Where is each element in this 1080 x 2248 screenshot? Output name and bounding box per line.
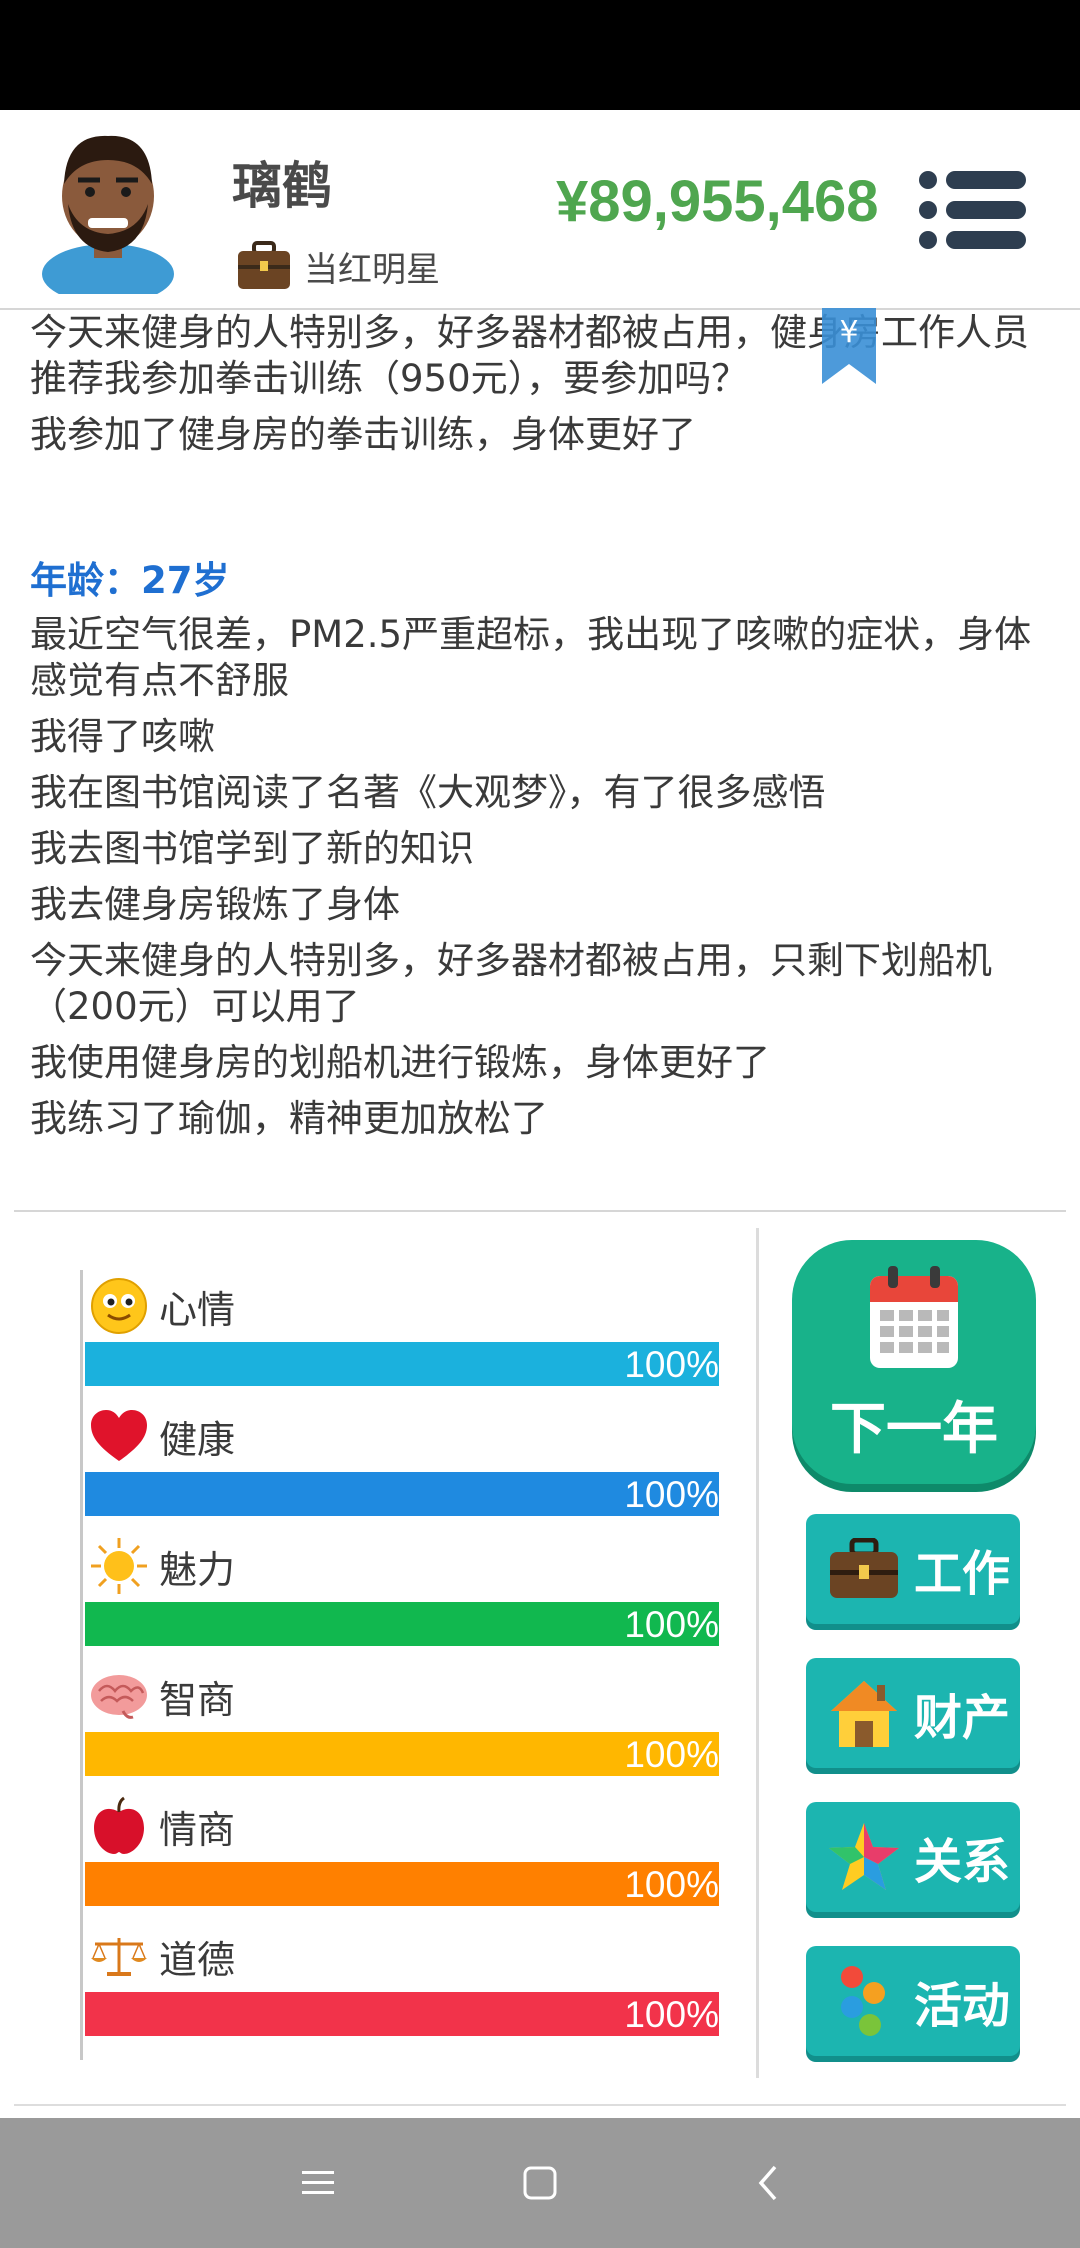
back-nav-button[interactable] — [738, 2153, 798, 2213]
smiley-face-icon — [89, 1276, 149, 1336]
job-title: 当红明星 — [304, 249, 440, 290]
stat-label: 智商 — [159, 1677, 236, 1722]
log-entry: 我在图书馆阅读了名著《大观梦》，有了很多感悟 — [30, 771, 826, 814]
star-icon — [824, 1817, 904, 1897]
log-entry: 我使用健身房的划船机进行锻炼，身体更好了 — [30, 1041, 770, 1084]
sun-icon — [89, 1536, 149, 1596]
system-nav-bar — [0, 2118, 1080, 2248]
divider — [14, 1210, 1066, 1212]
stat-percent: 100% — [624, 1474, 719, 1515]
chevron-left-icon — [758, 2165, 777, 2201]
profile-header: 璃鹤 当红明星 ¥89,955,468 — [0, 110, 1080, 310]
briefcase-icon — [824, 1529, 904, 1609]
square-icon — [523, 2166, 557, 2200]
stat-label: 道德 — [159, 1937, 236, 1982]
avatar[interactable] — [38, 124, 178, 294]
log-entry: 今天来健身的人特别多，好多器材都被占用，只剩下划船机（200元）可以用了 — [30, 939, 992, 1028]
stat-bar: 100% — [85, 1602, 719, 1646]
bookmark-icon[interactable]: ¥ — [822, 308, 876, 384]
stat-bar: 100% — [85, 1342, 719, 1386]
stat-mood: 心情 100% — [83, 1270, 723, 1400]
menu-nav-button[interactable] — [288, 2153, 348, 2213]
log-entry: 我去健身房锻炼了身体 — [30, 883, 400, 926]
stat-bar: 100% — [85, 1862, 719, 1906]
property-label: 财产 — [914, 1690, 1011, 1746]
work-button[interactable]: 工作 — [806, 1514, 1020, 1624]
log-entry: 我练习了瑜伽，精神更加放松了 — [30, 1097, 548, 1140]
age-label: 年龄：27岁 — [30, 559, 230, 602]
menu-icon[interactable] — [918, 168, 1028, 252]
stat-charm: 魅力 100% — [83, 1530, 723, 1660]
log-entry: 我去图书馆学到了新的知识 — [30, 827, 474, 870]
next-year-button[interactable]: 下一年 — [792, 1240, 1036, 1484]
calendar-icon — [870, 1266, 958, 1368]
relations-label: 关系 — [914, 1834, 1011, 1890]
balloons-icon — [824, 1961, 904, 2041]
vertical-divider — [756, 1228, 759, 2078]
next-year-label: 下一年 — [830, 1397, 998, 1462]
home-nav-button[interactable] — [510, 2153, 570, 2213]
activities-label: 活动 — [914, 1978, 1011, 2034]
stat-percent: 100% — [624, 1864, 719, 1905]
stat-bar: 100% — [85, 1472, 719, 1516]
property-button[interactable]: 财产 — [806, 1658, 1020, 1768]
stat-eq: 情商 100% — [83, 1790, 723, 1920]
log-entry: 我得了咳嗽 — [30, 715, 215, 758]
stat-health: 健康 100% — [83, 1400, 723, 1530]
player-name: 璃鹤 — [232, 157, 332, 215]
apple-icon — [89, 1796, 149, 1856]
stat-label: 魅力 — [159, 1547, 236, 1592]
money-balance: ¥89,955,468 — [556, 169, 879, 234]
stat-morality: 道德 100% — [83, 1920, 723, 2050]
stat-bar: 100% — [85, 1732, 719, 1776]
event-log[interactable]: 今天来健身的人特别多，好多器材都被占用，健身房工作人员推荐我参加拳击训练（950… — [30, 310, 1050, 1190]
bookmark-symbol: ¥ — [839, 315, 858, 350]
stat-iq: 智商 100% — [83, 1660, 723, 1790]
stat-percent: 100% — [624, 1994, 719, 2035]
stat-label: 健康 — [159, 1417, 236, 1462]
stat-bar: 100% — [85, 1992, 719, 2036]
stat-label: 心情 — [159, 1287, 236, 1332]
hamburger-icon — [302, 2171, 334, 2194]
stat-percent: 100% — [624, 1604, 719, 1645]
divider — [14, 2104, 1066, 2106]
log-entry: 我参加了健身房的拳击训练，身体更好了 — [30, 413, 696, 456]
relations-button[interactable]: 关系 — [806, 1802, 1020, 1912]
heart-icon — [89, 1406, 149, 1466]
job-line: 当红明星 — [236, 238, 440, 294]
scales-icon — [89, 1926, 149, 1986]
briefcase-icon — [238, 241, 290, 289]
stats-panel: 心情 100% 健康 100% 魅力 100% 智商 100% 情商 100% … — [80, 1270, 723, 2060]
stat-percent: 100% — [624, 1734, 719, 1775]
stat-label: 情商 — [159, 1807, 236, 1852]
house-icon — [824, 1673, 904, 1753]
brain-icon — [89, 1666, 149, 1726]
log-entry: 最近空气很差，PM2.5严重超标，我出现了咳嗽的症状，身体感觉有点不舒服 — [30, 613, 1032, 702]
activities-button[interactable]: 活动 — [806, 1946, 1020, 2056]
work-label: 工作 — [914, 1546, 1011, 1602]
status-bar — [0, 0, 1080, 110]
stat-percent: 100% — [624, 1344, 719, 1385]
log-entry: 今天来健身的人特别多，好多器材都被占用，健身房工作人员推荐我参加拳击训练（950… — [30, 311, 1029, 400]
